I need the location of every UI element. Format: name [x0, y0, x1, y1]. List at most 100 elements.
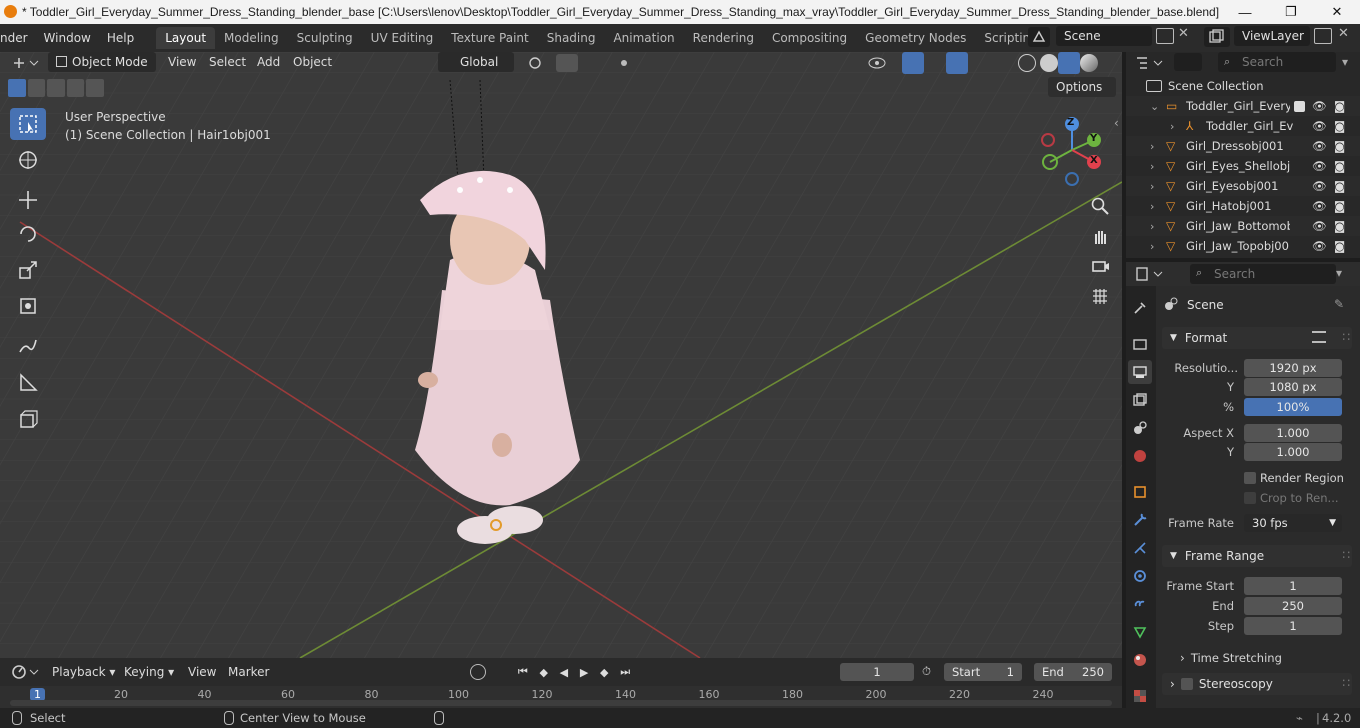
tab-texture-paint[interactable]: Texture Paint — [442, 27, 537, 49]
toddler-model[interactable] — [400, 80, 600, 580]
prev-keyframe-icon[interactable]: ◆ — [539, 666, 547, 679]
chevron-right-icon[interactable]: › — [1150, 220, 1162, 233]
restore-button[interactable]: ❐ — [1268, 0, 1314, 24]
viewport-menu-select[interactable]: Select — [209, 55, 246, 69]
select-invert-icon[interactable] — [66, 79, 85, 97]
visibility-icon[interactable] — [866, 54, 890, 72]
chevron-right-icon[interactable]: › — [1150, 200, 1162, 213]
cursor-tool[interactable] — [10, 144, 46, 176]
tab-sculpting[interactable]: Sculpting — [288, 27, 362, 49]
scale-tool[interactable] — [10, 254, 46, 286]
constraints-tab-icon[interactable] — [1128, 592, 1152, 616]
output-tab-icon[interactable] — [1128, 360, 1152, 384]
physics-tab-icon[interactable] — [1128, 564, 1152, 588]
solid-shading-icon[interactable] — [1040, 54, 1058, 72]
timeline-editor-type-icon[interactable] — [10, 662, 42, 682]
outliner-item[interactable]: › ▽ Girl_Jaw_Bottomob 👁 ◙ — [1126, 216, 1360, 236]
outliner-item[interactable]: › ▽ Girl_Hatobj001 👁 ◙ — [1126, 196, 1360, 216]
proportional-editing-icon[interactable] — [614, 54, 634, 72]
keying-menu[interactable]: Keying ▾ — [124, 665, 174, 679]
outliner-editor-type-icon[interactable] — [1134, 54, 1170, 72]
view-layer-field[interactable]: ViewLayer — [1234, 26, 1310, 46]
camera-icon[interactable]: ◙ — [1334, 139, 1345, 153]
crop-checkbox[interactable] — [1244, 492, 1256, 504]
new-scene-icon[interactable] — [1156, 28, 1174, 44]
select-box-tool[interactable] — [10, 108, 46, 140]
timeline-view-menu[interactable]: View — [188, 665, 216, 679]
chevron-down-icon[interactable]: ⌄ — [1150, 100, 1162, 113]
transform-orientation-dropdown[interactable]: Global — [438, 52, 514, 72]
resolution-x-field[interactable]: 1920 px — [1244, 359, 1342, 377]
drag-handle-icon[interactable]: ∷ — [1342, 548, 1350, 562]
frame-step-field[interactable]: 1 — [1244, 617, 1342, 635]
format-panel-header[interactable]: ▼ Format ∷ — [1162, 327, 1352, 349]
outliner-item[interactable]: ⌄ ▭ Toddler_Girl_Everyd 👁 ◙ — [1126, 96, 1360, 116]
view-layer-selector-icon[interactable] — [1204, 27, 1230, 47]
outliner-item[interactable]: › ▽ Girl_Dressobj001 👁 ◙ — [1126, 136, 1360, 156]
view-layer-tab-icon[interactable] — [1128, 388, 1152, 412]
outliner-item[interactable]: › ▽ Girl_Eyes_Shellobj(👁 ◙ — [1126, 156, 1360, 176]
new-view-layer-icon[interactable] — [1314, 28, 1332, 44]
chevron-right-icon[interactable]: › — [1150, 160, 1162, 173]
object-tab-icon[interactable] — [1128, 480, 1152, 504]
editor-type-icon[interactable] — [10, 54, 42, 72]
eye-icon[interactable]: 👁 — [1312, 139, 1327, 153]
camera-icon[interactable]: ◙ — [1334, 179, 1345, 193]
resolution-y-field[interactable]: 1080 px — [1244, 378, 1342, 396]
exclude-checkbox[interactable] — [1294, 100, 1305, 112]
eye-icon[interactable]: 👁 — [1312, 239, 1327, 253]
camera-icon[interactable]: ◙ — [1334, 119, 1345, 133]
rotate-tool[interactable] — [10, 218, 46, 250]
rendered-shading-icon[interactable] — [1080, 54, 1098, 72]
stereoscopy-panel-header[interactable]: › Stereoscopy ∷ — [1162, 673, 1352, 695]
presets-list-icon[interactable] — [1312, 331, 1326, 343]
tab-layout[interactable]: Layout — [156, 27, 216, 49]
start-frame-field[interactable]: Start 1 — [944, 663, 1022, 681]
remove-scene-icon[interactable]: ✕ — [1178, 26, 1189, 41]
tool-tab-icon[interactable] — [1128, 296, 1152, 320]
tab-shading[interactable]: Shading — [538, 27, 605, 49]
outliner-item[interactable]: › ▽ Girl_Eyesobj001 👁 ◙ — [1126, 176, 1360, 196]
play-reverse-icon[interactable]: ◀ — [560, 666, 568, 679]
select-new-icon[interactable] — [8, 79, 26, 97]
eye-icon[interactable]: 👁 — [1312, 199, 1327, 213]
viewport-menu-object[interactable]: Object — [293, 55, 332, 69]
outliner-item[interactable]: › ⅄ Toddler_Girl_Ev 👁 ◙ — [1126, 116, 1360, 136]
jump-end-icon[interactable]: ⏭ — [620, 665, 630, 679]
remove-view-layer-icon[interactable]: ✕ — [1338, 26, 1349, 41]
outliner-item[interactable]: › ▽ Girl_Jaw_Topobj00 👁 ◙ — [1126, 236, 1360, 256]
eye-icon[interactable]: 👁 — [1312, 99, 1327, 113]
scene-selector-icon[interactable] — [1028, 27, 1050, 47]
close-button[interactable]: ✕ — [1314, 0, 1360, 24]
end-frame-field[interactable]: End 250 — [1034, 663, 1112, 681]
resolution-percent-slider[interactable]: 100% — [1244, 398, 1342, 416]
current-frame-field[interactable]: 1 — [840, 663, 914, 681]
scene-name-field[interactable]: Scene — [1056, 26, 1152, 46]
menu-window[interactable]: Window — [36, 31, 99, 45]
frame-rate-dropdown[interactable]: 30 fps ▼ — [1244, 514, 1342, 532]
aspect-y-field[interactable]: 1.000 — [1244, 443, 1342, 461]
menu-help[interactable]: Help — [99, 31, 142, 45]
modifier-tab-icon[interactable] — [1128, 508, 1152, 532]
annotate-tool[interactable] — [10, 330, 46, 362]
select-extend-icon[interactable] — [27, 79, 46, 97]
aspect-x-field[interactable]: 1.000 — [1244, 424, 1342, 442]
frame-range-panel-header[interactable]: ▼ Frame Range ∷ — [1162, 545, 1352, 567]
next-keyframe-icon[interactable]: ◆ — [600, 666, 608, 679]
zoom-icon[interactable] — [1088, 194, 1112, 218]
render-tab-icon[interactable] — [1128, 332, 1152, 356]
data-tab-icon[interactable] — [1128, 620, 1152, 644]
chevron-right-icon[interactable]: › — [1170, 120, 1182, 133]
tab-geometry-nodes[interactable]: Geometry Nodes — [856, 27, 975, 49]
sidebar-toggle-icon[interactable]: ‹ — [1114, 116, 1119, 130]
wireframe-shading-icon[interactable] — [1018, 54, 1036, 72]
jump-start-icon[interactable]: ⏮ — [518, 665, 528, 679]
drag-handle-icon[interactable]: ∷ — [1342, 676, 1350, 690]
tab-rendering[interactable]: Rendering — [684, 27, 763, 49]
material-tab-icon[interactable] — [1128, 648, 1152, 672]
select-intersect-icon[interactable] — [86, 79, 104, 97]
pin-icon[interactable]: ✎ — [1334, 297, 1344, 311]
ortho-grid-icon[interactable] — [1088, 284, 1112, 308]
auto-keying-icon[interactable] — [470, 664, 486, 680]
render-region-checkbox[interactable] — [1244, 472, 1256, 484]
